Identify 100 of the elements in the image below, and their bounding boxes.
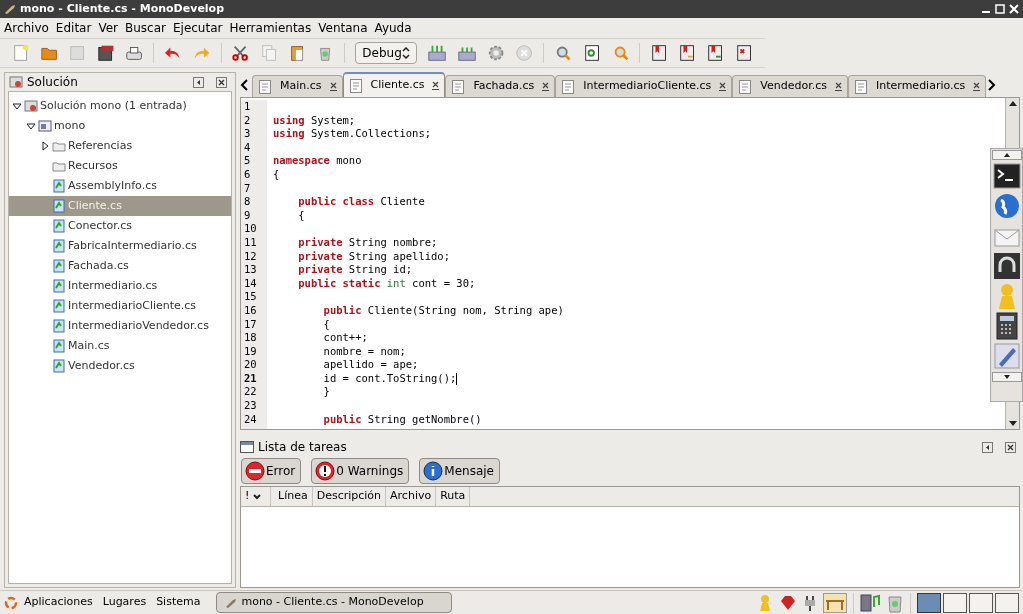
info-icon <box>423 461 444 481</box>
code-line: using System; <box>272 113 356 128</box>
configuration-dropdown[interactable]: Debug <box>355 42 417 64</box>
menu-item[interactable]: Ejecutar <box>172 19 223 37</box>
tree-item[interactable]: Intermediario.cs <box>9 276 231 296</box>
tree-item[interactable]: IntermediarioCliente.cs <box>9 296 231 316</box>
line-number: 10 <box>241 222 267 236</box>
menu-item[interactable]: Ventana <box>318 19 368 37</box>
close-icon[interactable] <box>1005 441 1016 453</box>
folder-icon <box>52 159 66 173</box>
dock-icon[interactable] <box>982 441 993 453</box>
filter-button[interactable]: Error <box>241 458 302 484</box>
arrow-up-icon[interactable] <box>991 150 1022 160</box>
bookmark-icon[interactable] <box>706 43 725 63</box>
sort-caret-icon <box>253 493 262 500</box>
code-line: using System.Collections; <box>272 127 432 141</box>
column-header[interactable]: Archivo <box>386 487 437 506</box>
close-icon[interactable] <box>329 82 337 91</box>
editor[interactable] <box>240 97 1020 430</box>
bookmark-icon[interactable] <box>734 43 753 63</box>
close-icon[interactable] <box>216 76 227 88</box>
file-icon <box>52 179 66 193</box>
menu-item[interactable]: Herramientas <box>229 19 312 37</box>
menu-item[interactable]: Ayuda <box>374 19 412 37</box>
close-icon[interactable] <box>835 82 843 91</box>
tree-item[interactable]: IntermediarioVendedor.cs <box>9 316 231 336</box>
scissors-icon[interactable] <box>231 43 250 63</box>
no-entry-icon <box>245 461 265 481</box>
code-line: public Cliente(String nom, String ape) <box>322 303 564 318</box>
arrow-down-icon[interactable] <box>1008 421 1017 427</box>
workspace[interactable] <box>943 592 967 613</box>
workspace[interactable] <box>917 592 941 613</box>
column-header[interactable]: ! <box>241 487 271 506</box>
editor-tab[interactable]: Fachada.cs <box>445 75 556 97</box>
menu-item[interactable]: Editar <box>55 19 92 37</box>
workspace[interactable] <box>969 592 993 613</box>
filter-button[interactable]: Mensaje <box>419 458 500 484</box>
close-icon[interactable] <box>432 81 440 90</box>
find-next-icon[interactable] <box>582 43 601 63</box>
build-icon[interactable] <box>426 43 447 63</box>
editor-tab[interactable]: Intermediario.cs <box>848 75 987 97</box>
panel-menu[interactable]: Lugares <box>102 594 147 611</box>
pencil-icon[interactable] <box>992 342 1021 370</box>
code-line: namespace mono <box>272 154 362 168</box>
globe-icon[interactable] <box>992 192 1021 220</box>
tree-item[interactable]: Solución mono (1 entrada) <box>9 96 231 116</box>
line-number: 20 <box>241 358 267 372</box>
taskbar-window-button[interactable]: mono - Cliente.cs - MonoDevelop <box>216 592 453 613</box>
close-icon[interactable] <box>973 82 981 91</box>
tree-item[interactable]: AssemblyInfo.cs <box>9 176 231 196</box>
foot-logo-icon[interactable] <box>4 595 18 610</box>
panel-title: Solución <box>27 74 78 91</box>
tree-item[interactable]: Conector.cs <box>9 216 231 236</box>
tree-item[interactable]: Referencias <box>9 136 231 156</box>
plug-icon[interactable] <box>803 593 817 612</box>
close-icon[interactable] <box>719 82 727 91</box>
headphones-icon[interactable] <box>992 252 1021 280</box>
arrow-up-icon[interactable] <box>1008 100 1017 106</box>
editor-tab[interactable]: Cliente.cs <box>342 72 446 97</box>
line-number: 8 <box>241 195 267 209</box>
maximize-icon[interactable] <box>995 4 1005 14</box>
document-icon <box>854 78 869 95</box>
workspace[interactable] <box>995 592 1019 613</box>
filter-button[interactable]: 0 Warnings <box>311 458 410 484</box>
menu-item[interactable]: Archivo <box>4 19 49 37</box>
column-header[interactable]: Línea <box>274 487 313 506</box>
column-header[interactable]: Descripción <box>312 487 387 506</box>
line-number: 23 <box>241 399 267 413</box>
computer-icon[interactable] <box>860 592 880 613</box>
panel-title: Lista de tareas <box>258 439 347 456</box>
panel-menu[interactable]: Aplicaciones <box>24 594 93 611</box>
tree-item[interactable]: mono <box>9 116 231 136</box>
editor-tab[interactable]: IntermediarioCliente.cs <box>555 75 733 97</box>
editor-tab[interactable]: Vendedor.cs <box>732 75 849 97</box>
tree-item[interactable]: Recursos <box>9 156 231 176</box>
tree-item[interactable]: Fachada.cs <box>9 256 231 276</box>
dock-icon[interactable] <box>193 76 204 88</box>
table-icon[interactable] <box>823 592 847 613</box>
editor-tab[interactable]: Main.cs <box>252 75 343 97</box>
menu-item[interactable]: Buscar <box>125 19 166 37</box>
code-line: private String apellido; <box>297 249 450 264</box>
close-icon[interactable] <box>542 82 550 91</box>
bookmark-icon[interactable] <box>678 43 697 63</box>
code-line: { <box>297 208 305 223</box>
arrow-down-icon[interactable] <box>991 372 1022 382</box>
tree-item[interactable]: Vendedor.cs <box>9 356 231 376</box>
save-all-icon[interactable] <box>96 43 115 63</box>
scroll-left-icon[interactable] <box>240 79 249 91</box>
gem-icon[interactable] <box>779 593 797 612</box>
menu-item[interactable]: Ver <box>98 19 118 37</box>
bookmark-icon[interactable] <box>649 43 669 63</box>
gear-icon[interactable] <box>486 43 506 63</box>
code-line: private String nombre; <box>297 235 438 250</box>
file-icon <box>52 239 66 253</box>
scroll-right-icon[interactable] <box>987 79 997 91</box>
panel-menu[interactable]: Sistema <box>156 594 201 611</box>
tree-item[interactable]: FabricaIntermediario.cs <box>9 236 231 256</box>
terminal-icon[interactable] <box>992 162 1021 190</box>
tree-item[interactable]: Main.cs <box>9 336 231 356</box>
column-header[interactable]: Ruta <box>436 487 471 506</box>
